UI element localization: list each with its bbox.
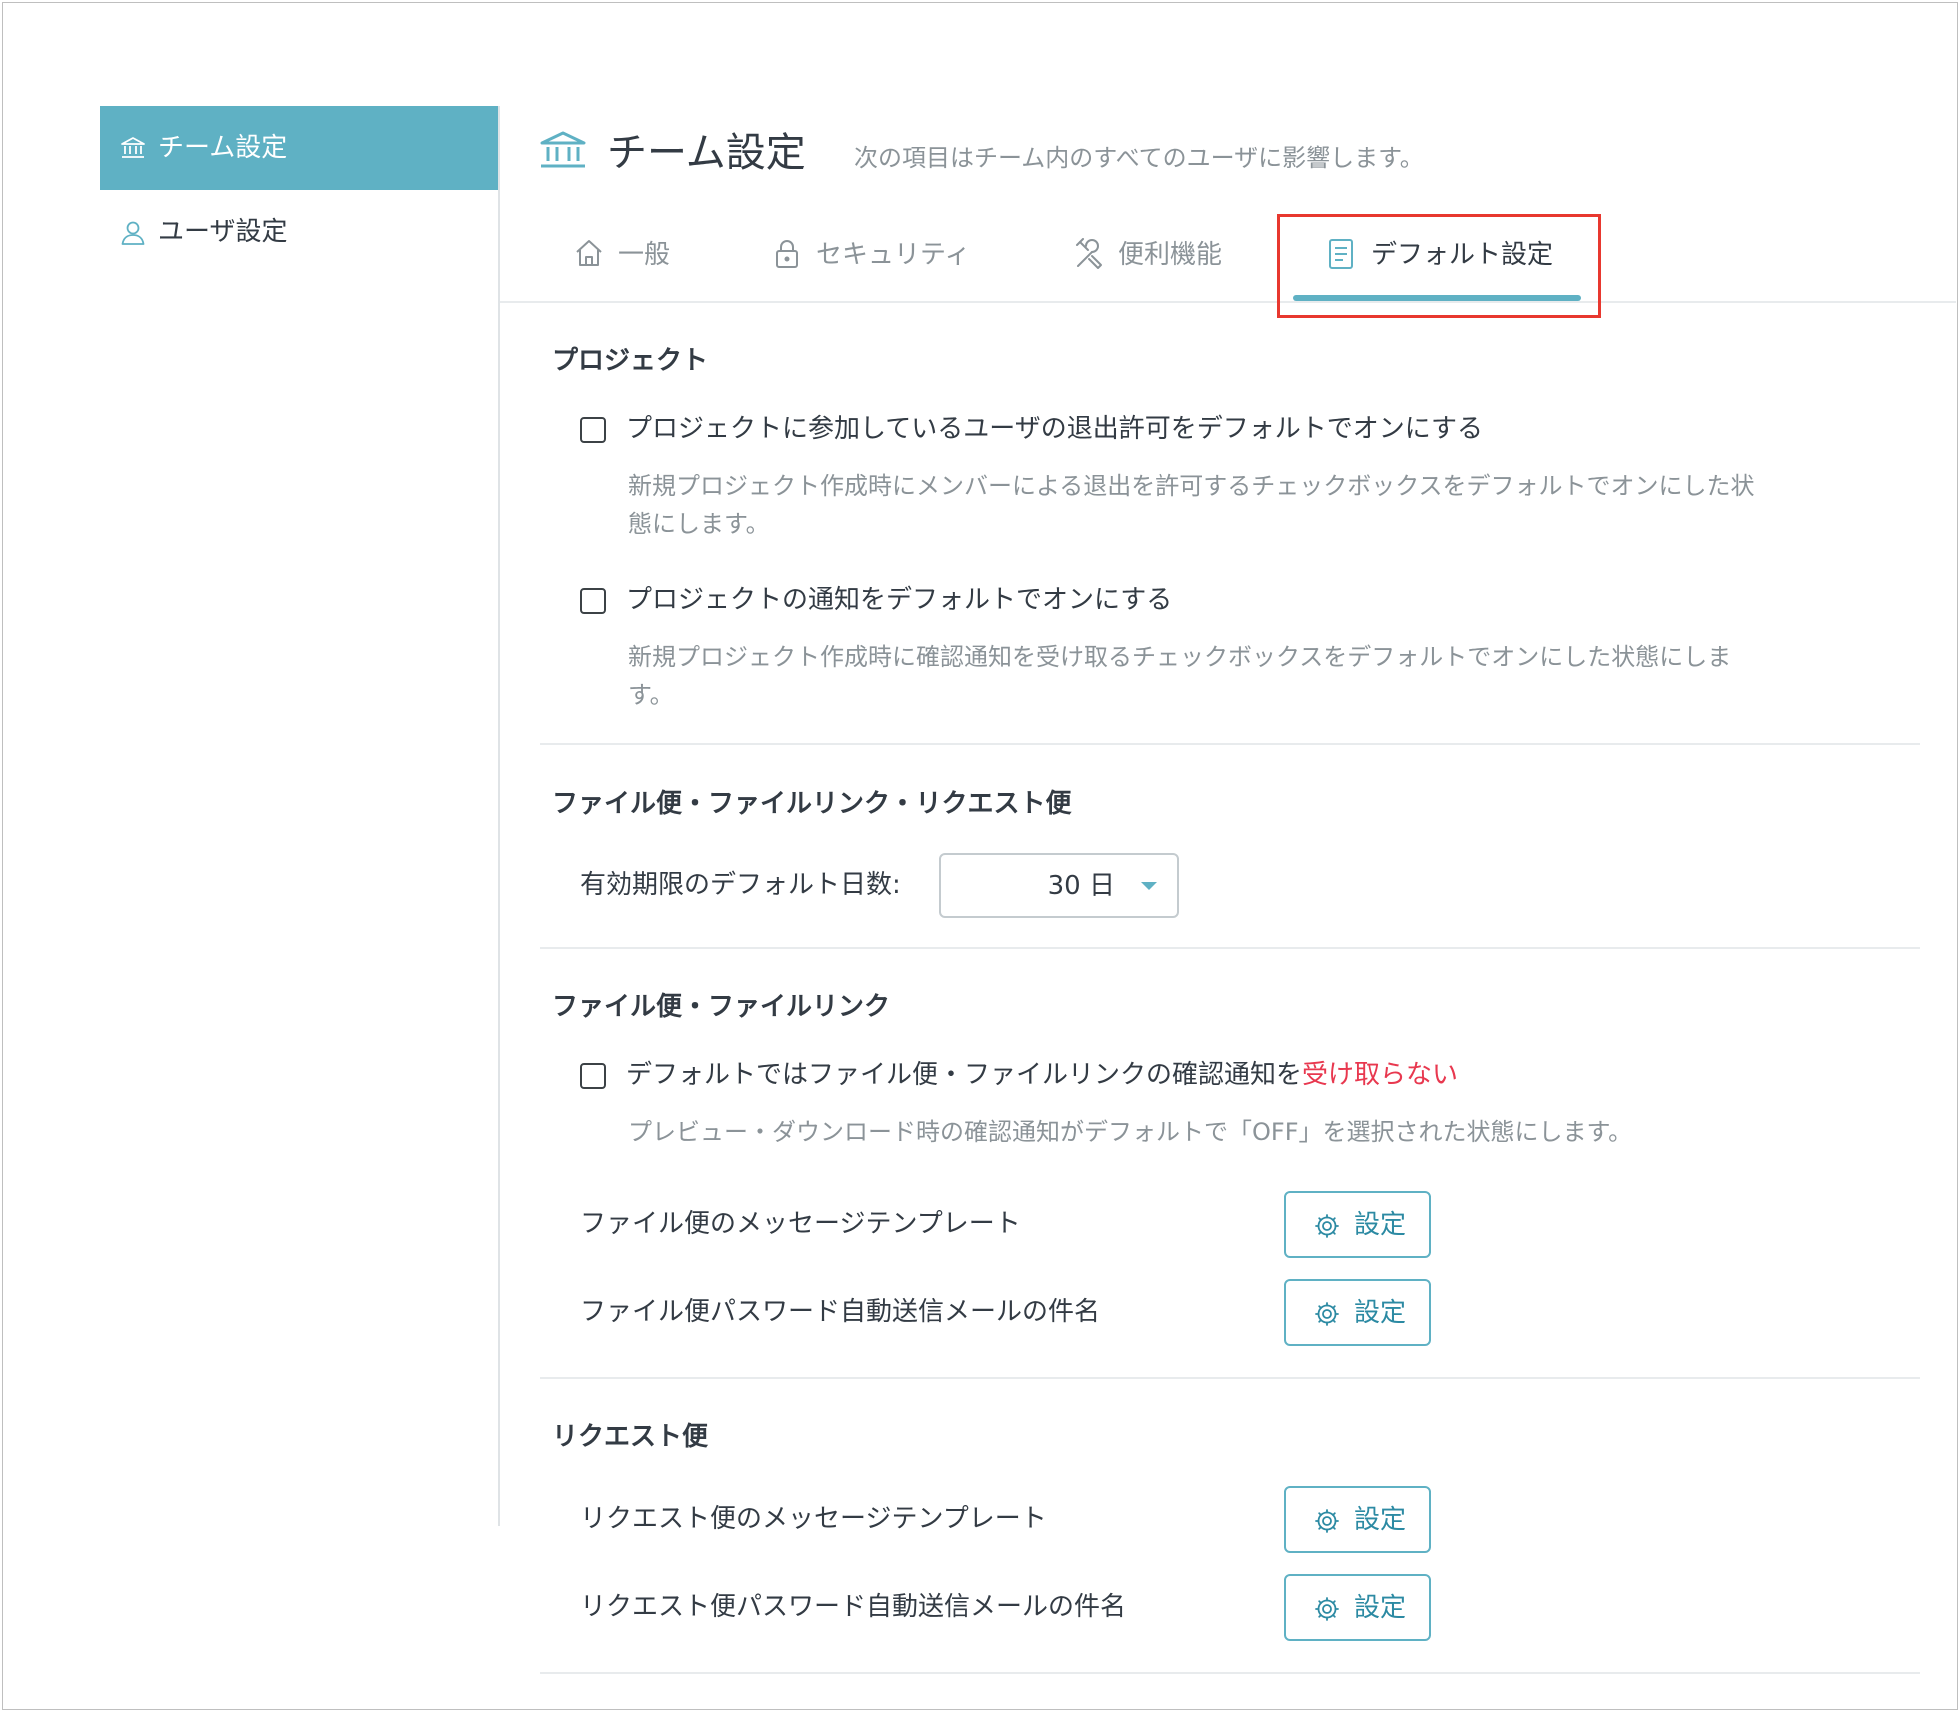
- button-label: 設定: [1354, 1593, 1407, 1623]
- page-subtitle: 次の項目はチーム内のすべてのユーザに影響します。: [854, 144, 1424, 172]
- gear-icon: [1314, 1213, 1340, 1239]
- file-notification-off-label: デフォルトではファイル便・ファイルリンクの確認通知を受け取らない: [626, 1058, 1458, 1092]
- sidebar-item-label: チーム設定: [158, 133, 288, 163]
- sidebar-item-user-settings[interactable]: ユーザ設定: [100, 190, 498, 274]
- bank-icon: [120, 136, 146, 160]
- request-message-template-settings-button[interactable]: 設定: [1284, 1486, 1431, 1553]
- button-label: 設定: [1354, 1210, 1407, 1240]
- caret-down-icon: [1141, 882, 1157, 890]
- file-notification-off-label-text: デフォルトではファイル便・ファイルリンクの確認通知を: [626, 1060, 1303, 1090]
- gear-icon: [1314, 1301, 1340, 1327]
- file-notification-off-checkbox[interactable]: [580, 1063, 606, 1089]
- tab-label: セキュリティ: [816, 240, 971, 270]
- tab-label: 便利機能: [1118, 240, 1223, 270]
- tools-icon: [1074, 238, 1106, 270]
- expiry-days-label: 有効期限のデフォルト日数:: [580, 870, 901, 900]
- button-label: 設定: [1354, 1298, 1407, 1328]
- page-title: チーム設定: [607, 130, 806, 176]
- tab-label: 一般: [618, 240, 671, 270]
- section-divider: [540, 743, 1920, 745]
- expiry-days-select[interactable]: 30 日: [939, 853, 1179, 918]
- section-divider: [540, 1672, 1920, 1674]
- home-icon: [574, 238, 604, 268]
- request-password-subject-settings-button[interactable]: 設定: [1284, 1574, 1431, 1641]
- project-notification-description: 新規プロジェクト作成時に確認通知を受け取るチェックボックスをデフォルトでオンにし…: [628, 643, 1732, 709]
- sidebar-item-label: ユーザ設定: [158, 217, 288, 247]
- lock-icon: [772, 238, 802, 270]
- file-password-subject-label: ファイル便パスワード自動送信メールの件名: [580, 1297, 1101, 1327]
- request-password-subject-label: リクエスト便パスワード自動送信メールの件名: [580, 1592, 1127, 1622]
- request-message-template-label: リクエスト便のメッセージテンプレート: [580, 1504, 1047, 1534]
- document-icon: [1327, 238, 1355, 270]
- gear-icon: [1314, 1596, 1340, 1622]
- section-title-request: リクエスト便: [552, 1422, 709, 1452]
- user-icon: [120, 220, 146, 246]
- section-title-project: プロジェクト: [552, 346, 709, 376]
- tab-label: デフォルト設定: [1371, 240, 1554, 270]
- sidebar-divider: [498, 106, 500, 1526]
- section-title-expiry: ファイル便・ファイルリンク・リクエスト便: [552, 789, 1072, 819]
- file-message-template-settings-button[interactable]: 設定: [1284, 1191, 1431, 1258]
- section-divider: [540, 947, 1920, 949]
- emphasis-text: 受け取らない: [1302, 1060, 1459, 1090]
- project-leave-permission-checkbox[interactable]: [580, 417, 606, 443]
- project-leave-permission-label: プロジェクトに参加しているユーザの退出許可をデフォルトでオンにする: [626, 414, 1483, 444]
- bank-icon: [538, 130, 588, 170]
- project-notification-label: プロジェクトの通知をデフォルトでオンにする: [626, 585, 1173, 615]
- tabs-divider: [500, 301, 1956, 303]
- file-notification-off-description: プレビュー・ダウンロード時の確認通知がデフォルトで「OFF」を選択された状態にし…: [628, 1118, 1633, 1146]
- section-title-file: ファイル便・ファイルリンク: [552, 992, 891, 1022]
- sidebar-item-team-settings[interactable]: チーム設定: [100, 106, 498, 190]
- project-leave-permission-description: 新規プロジェクト作成時にメンバーによる退出を許可するチェックボックスをデフォルト…: [628, 472, 1755, 538]
- expiry-days-value: 30 日: [1047, 871, 1115, 901]
- project-notification-checkbox[interactable]: [580, 588, 606, 614]
- gear-icon: [1314, 1508, 1340, 1534]
- file-password-subject-settings-button[interactable]: 設定: [1284, 1279, 1431, 1346]
- section-divider: [540, 1377, 1920, 1379]
- button-label: 設定: [1354, 1505, 1407, 1535]
- file-message-template-label: ファイル便のメッセージテンプレート: [580, 1209, 1021, 1239]
